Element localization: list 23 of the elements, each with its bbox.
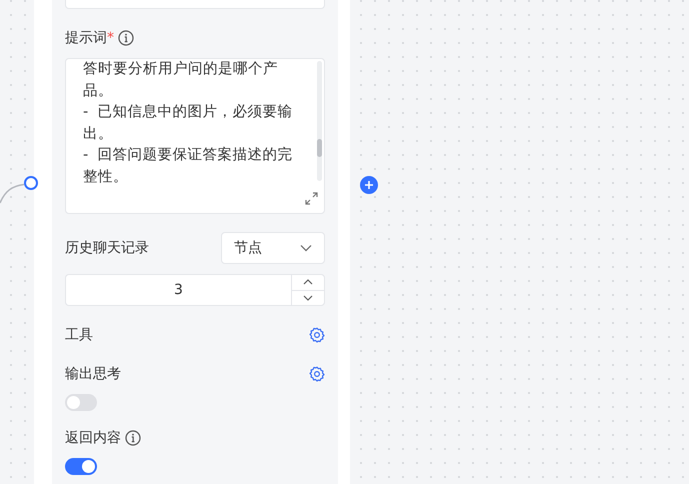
- chevron-up-icon: [303, 279, 313, 286]
- toggle-switch[interactable]: [65, 458, 97, 475]
- input-field[interactable]: [65, 0, 325, 9]
- connector-line: [0, 183, 25, 205]
- expand-icon[interactable]: [305, 192, 318, 205]
- settings-icon[interactable]: [309, 327, 325, 343]
- info-icon[interactable]: [125, 430, 141, 446]
- info-icon[interactable]: [118, 30, 134, 46]
- field-label: 历史聊天记录: [65, 239, 149, 257]
- field-label: 提示词*: [65, 29, 114, 47]
- plus-icon: [364, 180, 374, 190]
- prompt-textarea[interactable]: 答时要分析用户问的是哪个产品。 - 已知信息中的图片，必须要输出。 - 回答问题要保证答案描述的完整性。: [65, 58, 325, 214]
- field-label: 输出思考: [65, 365, 121, 383]
- scrollbar[interactable]: [317, 61, 322, 181]
- number-input[interactable]: 3: [65, 274, 291, 306]
- field-label: 返回内容: [65, 429, 121, 447]
- chevron-down-icon: [300, 244, 312, 252]
- select-dropdown[interactable]: 节点: [221, 232, 325, 264]
- toggle-switch[interactable]: [65, 394, 97, 411]
- prompt-text: 答时要分析用户问的是哪个产品。 - 已知信息中的图片，必须要输出。 - 回答问题要保证答案描述的完整性。: [83, 60, 294, 187]
- chevron-down-icon: [303, 294, 313, 301]
- field-label: 工具: [65, 326, 93, 344]
- settings-icon[interactable]: [309, 366, 325, 382]
